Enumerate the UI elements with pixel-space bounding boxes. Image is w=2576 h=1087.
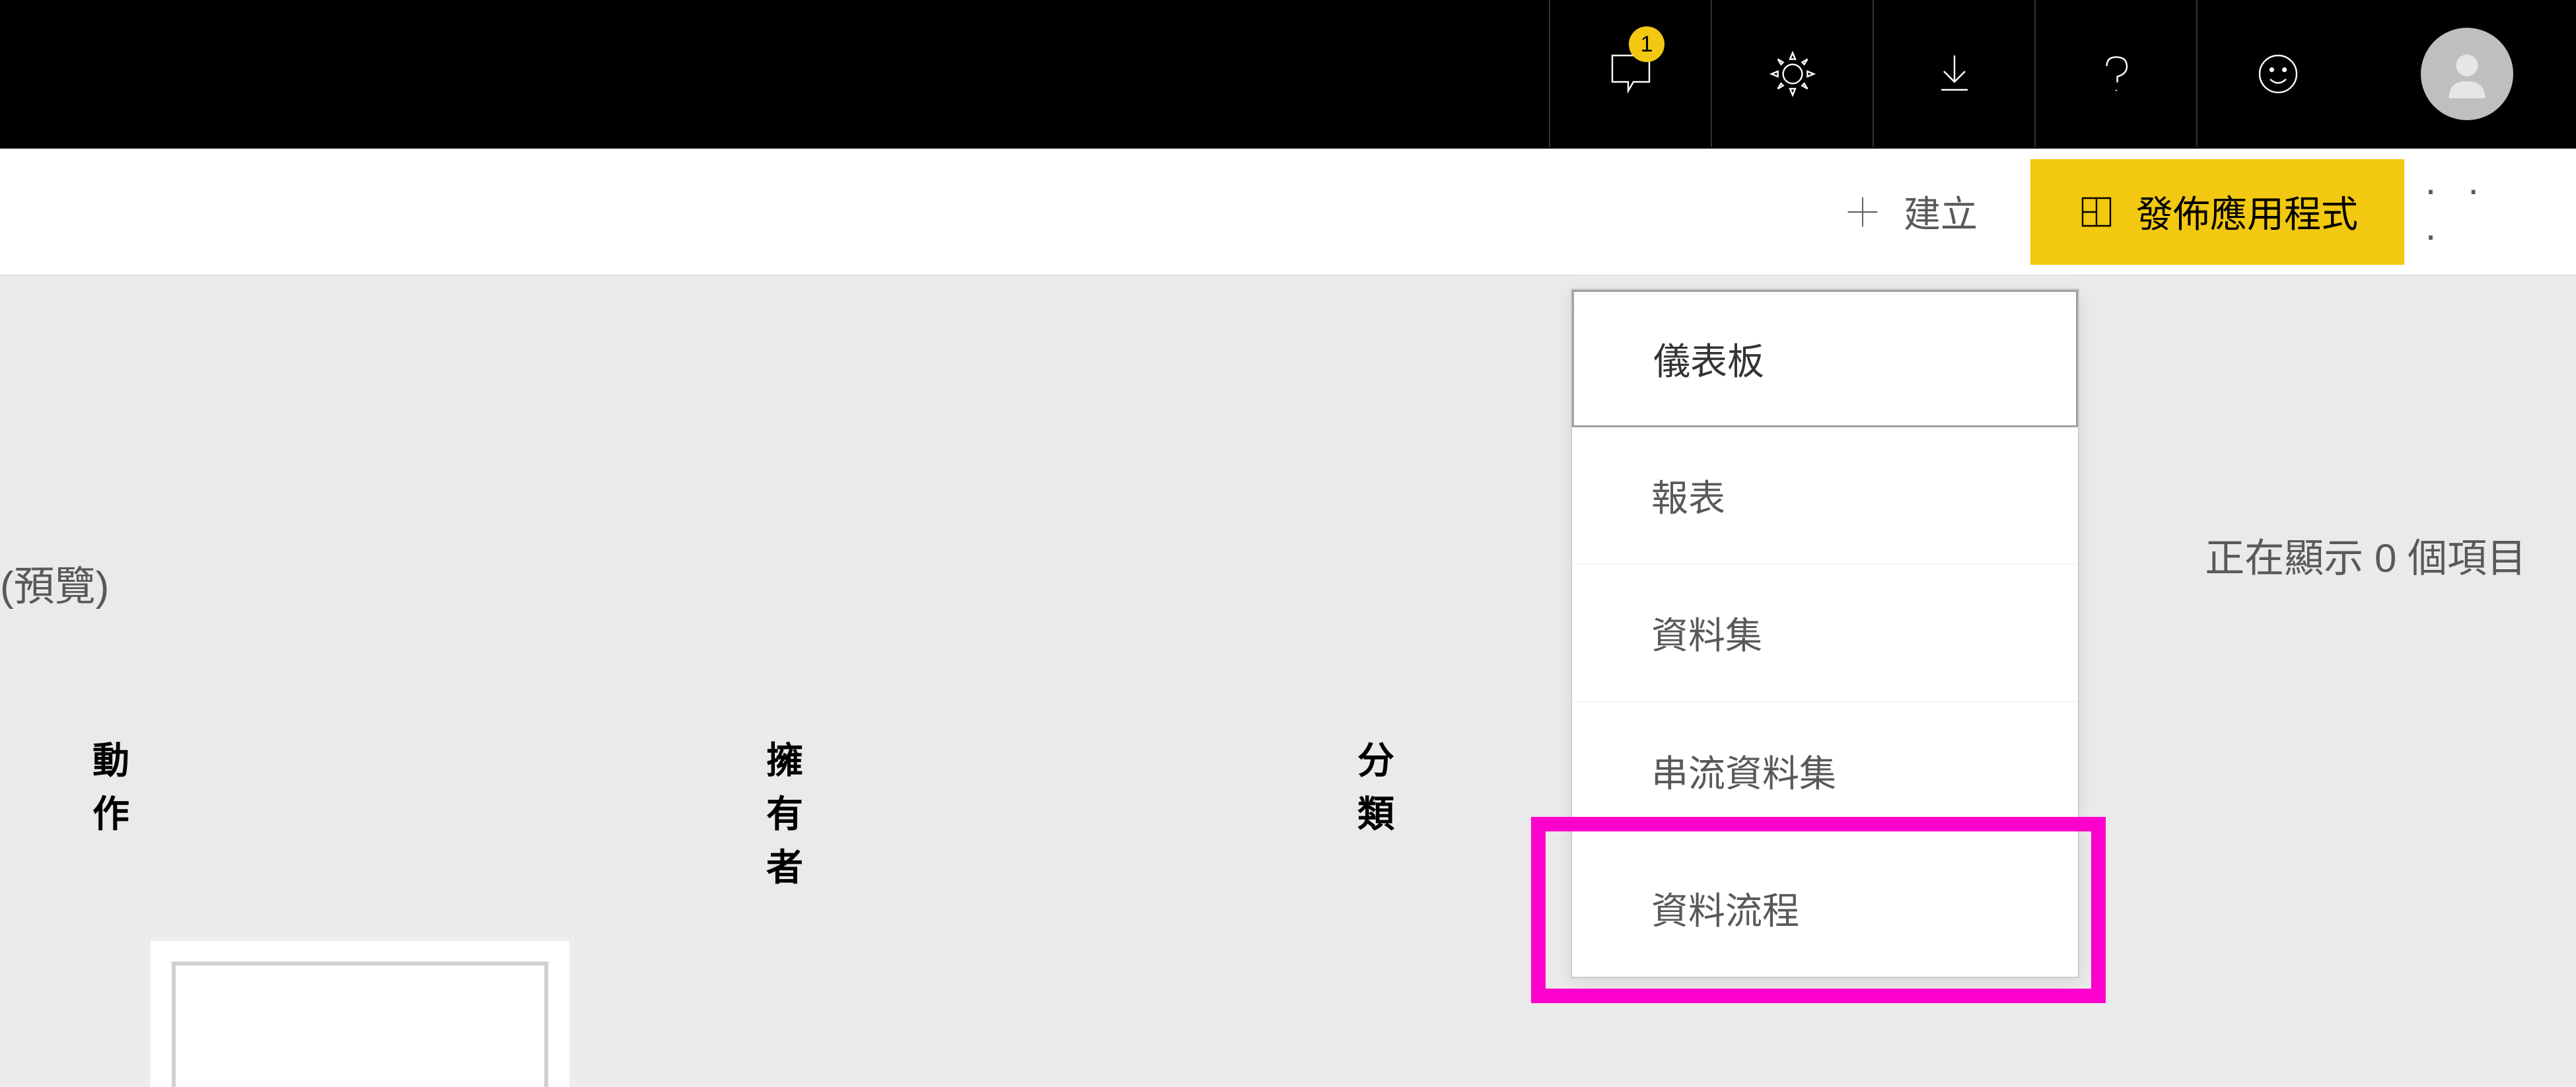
download-icon bbox=[1928, 48, 1981, 100]
create-dropdown: 儀表板 報表 資料集 串流資料集 資料流程 bbox=[1571, 289, 2079, 978]
empty-tile bbox=[145, 936, 575, 1087]
account-button[interactable] bbox=[2358, 0, 2576, 147]
help-icon bbox=[2090, 48, 2143, 100]
download-button[interactable] bbox=[1873, 0, 2034, 147]
gear-icon bbox=[1766, 48, 1819, 100]
item-count-label: 正在顯示 0 個項目 bbox=[2205, 526, 2526, 584]
plus-icon bbox=[1842, 191, 1884, 233]
dropdown-item-report[interactable]: 報表 bbox=[1572, 427, 2078, 565]
notifications-button[interactable]: 1 bbox=[1549, 0, 1711, 147]
dropdown-item-dashboard[interactable]: 儀表板 bbox=[1572, 290, 2078, 427]
column-owner[interactable]: 擁有者 bbox=[766, 731, 803, 892]
create-button[interactable]: 建立 bbox=[1808, 169, 2011, 255]
more-options-button[interactable]: · · · bbox=[2424, 159, 2530, 265]
dropdown-item-dataset[interactable]: 資料集 bbox=[1572, 565, 2078, 702]
app-icon bbox=[2077, 192, 2116, 232]
dropdown-item-dataflow[interactable]: 資料流程 bbox=[1572, 839, 2078, 977]
column-actions[interactable]: 動作 bbox=[92, 731, 129, 838]
settings-button[interactable] bbox=[1711, 0, 1873, 147]
avatar-icon bbox=[2421, 28, 2513, 120]
column-category[interactable]: 分類 bbox=[1357, 731, 1394, 838]
workspace-toolbar: 建立 發佈應用程式 · · · bbox=[0, 149, 2576, 275]
notification-badge: 1 bbox=[1629, 26, 1664, 62]
feedback-button[interactable] bbox=[2196, 0, 2358, 147]
preview-label: (預覽) bbox=[0, 553, 109, 612]
dropdown-item-streaming-dataset[interactable]: 串流資料集 bbox=[1572, 702, 2078, 839]
publish-label: 發佈應用程式 bbox=[2136, 185, 2358, 238]
help-button[interactable] bbox=[2034, 0, 2196, 147]
smiley-icon bbox=[2252, 48, 2305, 100]
ellipsis-icon: · · · bbox=[2424, 166, 2530, 258]
tile-placeholder-icon bbox=[172, 962, 549, 1087]
publish-app-button[interactable]: 發佈應用程式 bbox=[2030, 159, 2404, 265]
create-label: 建立 bbox=[1904, 185, 1978, 238]
app-header: 1 bbox=[0, 0, 2576, 149]
